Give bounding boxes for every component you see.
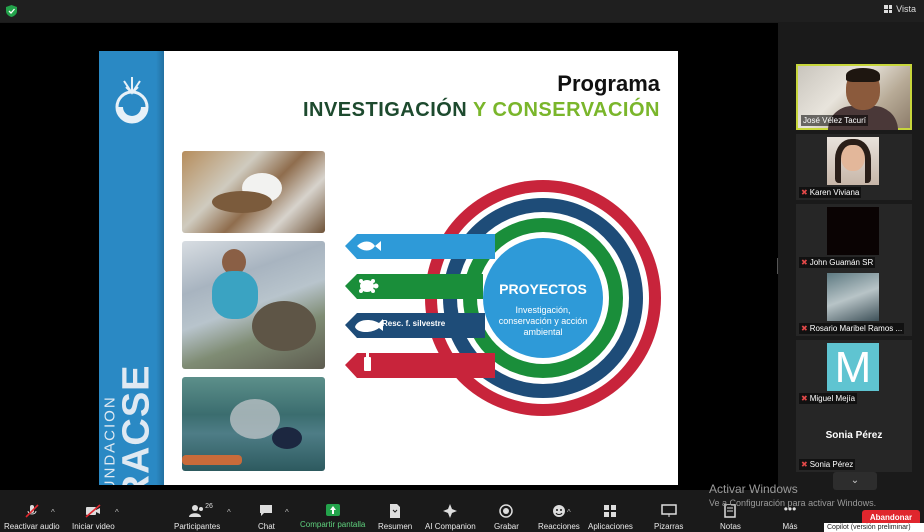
- participant-name: ✖ Miguel Mejía: [799, 393, 858, 404]
- top-bar: Vista: [0, 0, 924, 22]
- participants-panel: José Vélez Tacurí ✖ Karen Viviana ✖ John G…: [778, 22, 924, 490]
- summary-button[interactable]: Resumen: [378, 504, 412, 531]
- chevron-up-icon[interactable]: ^: [51, 508, 55, 517]
- chat-icon: [260, 505, 273, 516]
- start-video-button[interactable]: Iniciar video: [72, 504, 115, 531]
- projects-subtitle: Investigación, conservación y acción amb…: [498, 305, 588, 337]
- mic-muted-icon: ✖: [801, 188, 808, 197]
- chevron-up-icon[interactable]: ^: [227, 508, 231, 517]
- participant-tile[interactable]: ✖ Karen Viviana: [796, 134, 912, 200]
- more-button[interactable]: ••• Más: [782, 503, 798, 531]
- whiteboards-button[interactable]: Pizarras: [654, 504, 683, 531]
- participant-tile[interactable]: Sonia Pérez ✖ Sonia Pérez: [796, 406, 912, 472]
- participant-avatar: [827, 273, 879, 321]
- whiteboard-icon: [660, 504, 677, 517]
- mic-muted-icon: ✖: [801, 324, 808, 333]
- chevron-up-icon[interactable]: ^: [115, 508, 119, 517]
- participant-name: ✖ Karen Viviana: [799, 187, 862, 198]
- participant-avatar-initial: M: [827, 343, 879, 392]
- apps-icon: [604, 505, 617, 517]
- shield-icon[interactable]: [6, 5, 17, 17]
- participant-display-name: Sonia Pérez: [825, 430, 883, 441]
- band-label: Resc. f. silvestre: [382, 319, 446, 328]
- record-button[interactable]: Grabar: [494, 504, 519, 531]
- mic-muted-icon: ✖: [801, 460, 808, 469]
- presentation-slide: FUNDACION RACSE Programa INVESTIGACIÓN Y…: [99, 51, 678, 485]
- apps-button[interactable]: Aplicaciones: [588, 504, 633, 531]
- mic-muted-icon: [25, 504, 39, 518]
- participant-name: ✖ John Guamán SR: [799, 257, 876, 268]
- participant-avatar: [827, 207, 879, 255]
- mic-muted-icon: ✖: [801, 394, 808, 403]
- participants-icon: 26: [189, 503, 213, 518]
- view-label: Vista: [896, 4, 916, 14]
- ring-blue: [483, 238, 603, 358]
- tooltip: Copilot (versión preliminar): [824, 523, 924, 532]
- participant-tile[interactable]: ✖ John Guamán SR: [796, 204, 912, 270]
- participant-avatar: [827, 137, 879, 185]
- windows-activation-watermark: Activar Windows Ve a Configuración para …: [709, 482, 877, 508]
- participants-button[interactable]: 26 Participantes: [174, 503, 220, 531]
- view-button[interactable]: Vista: [884, 4, 916, 14]
- projects-diagram: [345, 180, 661, 416]
- record-icon: [499, 504, 514, 518]
- participant-name: ✖ Sonia Pérez: [799, 459, 856, 470]
- emoji-icon: [552, 505, 565, 517]
- grid-icon: [884, 5, 893, 13]
- share-screen-icon: [325, 504, 340, 516]
- sparkle-icon: [443, 504, 458, 518]
- participants-count: 26: [205, 503, 213, 510]
- summary-icon: [390, 504, 401, 518]
- chat-button[interactable]: Chat: [258, 504, 275, 531]
- participant-tile[interactable]: José Vélez Tacurí: [796, 64, 912, 130]
- chevron-up-icon[interactable]: ^: [567, 508, 571, 517]
- participant-name: José Vélez Tacurí: [801, 115, 868, 126]
- video-off-icon: [85, 504, 101, 518]
- shared-screen[interactable]: FUNDACION RACSE Programa INVESTIGACIÓN Y…: [0, 22, 778, 490]
- projects-title: PROYECTOS: [499, 281, 587, 297]
- ai-companion-button[interactable]: AI Companion: [425, 504, 476, 531]
- mic-muted-icon: ✖: [801, 258, 808, 267]
- participant-tile[interactable]: M ✖ Miguel Mejía: [796, 340, 912, 406]
- participant-name: ✖ Rosario Maribel Ramos ...: [799, 323, 905, 334]
- meeting-window: Vista FUNDACION RACSE Programa INVESTIGA…: [0, 0, 924, 532]
- reactions-button[interactable]: Reacciones: [538, 504, 580, 531]
- share-screen-button[interactable]: Compartir pantalla: [300, 504, 365, 529]
- participant-tile[interactable]: ✖ Rosario Maribel Ramos ...: [796, 270, 912, 336]
- chevron-up-icon[interactable]: ^: [285, 508, 289, 517]
- notes-button[interactable]: Notas: [720, 504, 741, 531]
